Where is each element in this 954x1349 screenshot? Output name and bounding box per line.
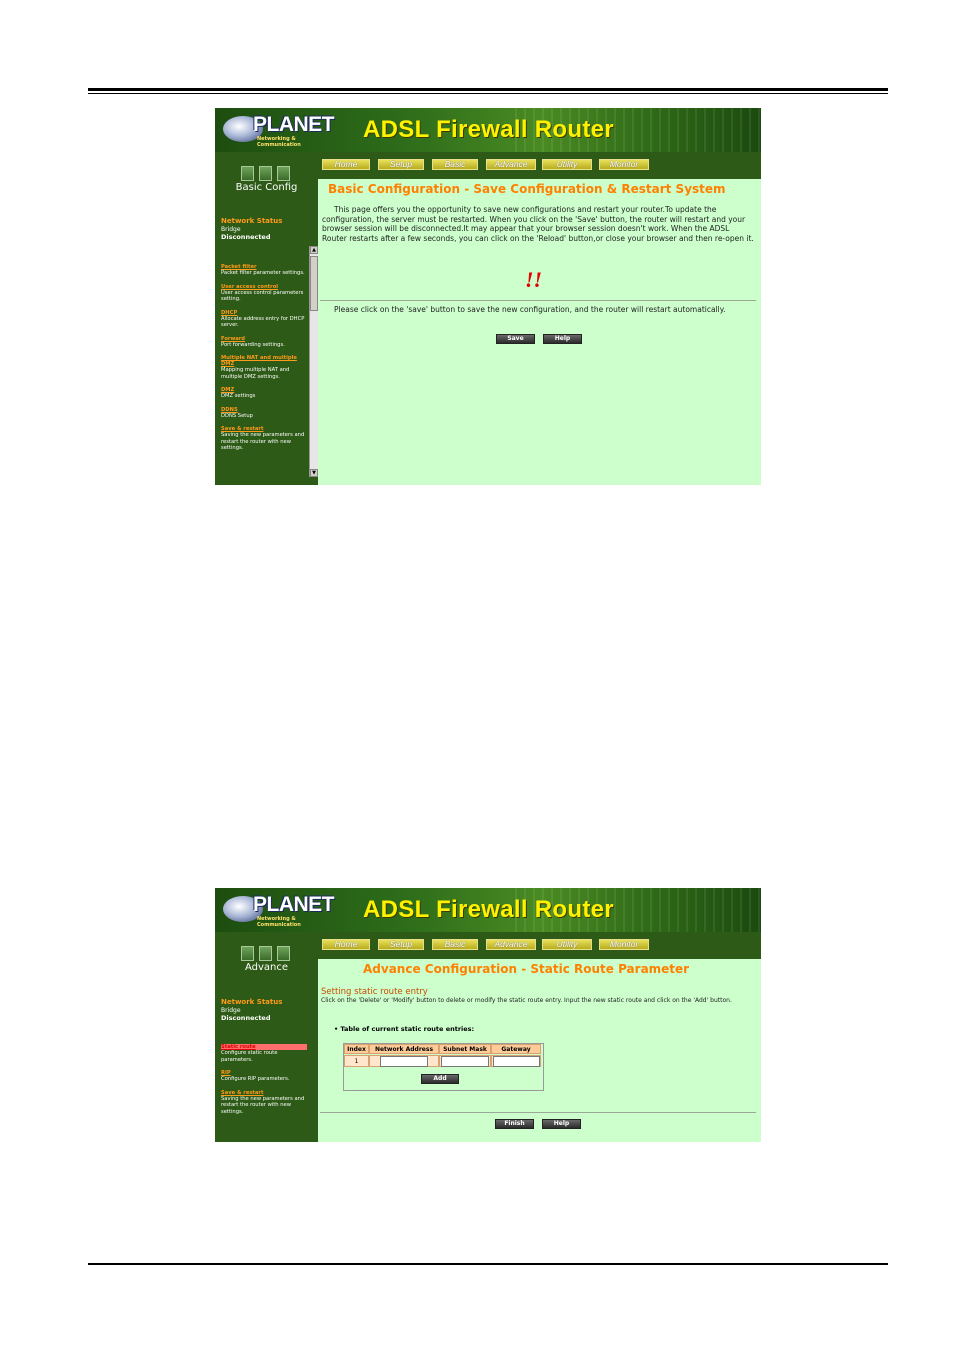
product-name: ADSL Firewall Router: [363, 896, 614, 923]
sidebar-item-static-route: Static route Configure static route para…: [221, 1044, 307, 1063]
screenshot-static-route: PLANET Networking & Communication ADSL F…: [215, 888, 761, 1142]
intro-text: This page offers you the opportunity to …: [322, 205, 754, 243]
section-title: Advance: [244, 962, 289, 973]
sidebar-desc: Packet filter parameter settings.: [221, 270, 305, 276]
nav-home[interactable]: Home: [322, 159, 370, 170]
nav-advance[interactable]: Advance: [486, 159, 536, 170]
nav-basic[interactable]: Basic: [432, 939, 478, 950]
network-address-input[interactable]: [380, 1055, 428, 1067]
connection-state: Disconnected: [221, 233, 271, 241]
sidebar-desc: Saving the new parameters and restart th…: [221, 432, 305, 451]
gateway-input[interactable]: [493, 1055, 540, 1067]
table-caption-text: Table of current static route entries:: [340, 1025, 475, 1033]
sidebar-item-multiple-nat: Multiple NAT and multiple DMZ Mapping mu…: [221, 355, 307, 380]
nav-basic[interactable]: Basic: [432, 159, 478, 170]
add-button[interactable]: Add: [421, 1074, 459, 1084]
intro-text: Click on the 'Delete' or 'Modify' button…: [321, 997, 732, 1004]
sidebar-link[interactable]: Multiple NAT and multiple DMZ: [221, 355, 307, 367]
sidebar-desc: Configure static route parameters.: [221, 1050, 278, 1063]
divider: [320, 1112, 756, 1113]
sidebar-desc: DDNS Setup: [221, 412, 253, 419]
sidebar-item-dmz: DMZ DMZ settings: [221, 387, 307, 400]
sidebar-item-forward: Forward Port forwarding settings.: [221, 336, 307, 349]
sidebar-item-ddns: DDNS DDNS Setup: [221, 407, 307, 420]
nav-setup[interactable]: Setup: [378, 159, 424, 170]
sidebar-item-save-restart: Save & restart Saving the new parameters…: [221, 426, 307, 452]
logo-tagline: Networking & Communication: [257, 136, 301, 148]
section-subtitle: Setting static route entry: [321, 987, 428, 997]
planet-logo: PLANET Networking & Communication: [223, 893, 337, 928]
sidebar-desc: Saving the new parameters and restart th…: [221, 1095, 305, 1115]
sidebar-desc: Allocate address entry for DHCP server.: [221, 315, 305, 329]
nav-utility[interactable]: Utility: [542, 939, 592, 950]
divider: [320, 300, 756, 301]
sidebar-menu: Static route Configure static route para…: [221, 1044, 307, 1122]
sidebar-desc: Configure RIP parameters.: [221, 1076, 290, 1082]
row-index: 1: [344, 1055, 369, 1067]
sidebar-item-rip: RIP Configure RIP parameters.: [221, 1070, 307, 1083]
sidebar-desc: Mapping multiple NAT and multiple DMZ se…: [221, 367, 290, 380]
connection-state: Disconnected: [221, 1014, 271, 1022]
sidebar: Basic Config Network Status Bridge Disco…: [215, 152, 318, 485]
section-title: Basic Config: [235, 182, 298, 193]
sidebar-menu: Packet filter Packet filter parameter se…: [221, 264, 307, 459]
sidebar-scrollbar[interactable]: ▲ ▼: [309, 246, 318, 477]
col-header-network-address: Network Address: [369, 1044, 439, 1054]
nav-advance[interactable]: Advance: [486, 939, 536, 950]
computers-icon: [241, 166, 295, 182]
col-header-subnet-mask: Subnet Mask: [439, 1044, 491, 1054]
sidebar-item-user-access: User access control User access control …: [221, 284, 307, 303]
finish-button[interactable]: Finish: [495, 1119, 534, 1129]
sidebar-desc: Port forwarding settings.: [221, 341, 285, 348]
header-rule: [88, 88, 888, 94]
nav-monitor[interactable]: Monitor: [599, 939, 649, 950]
product-name: ADSL Firewall Router: [363, 116, 614, 143]
banner: PLANET Networking & Communication ADSL F…: [215, 108, 761, 152]
logo-text: PLANET: [253, 893, 335, 916]
help-button[interactable]: Help: [543, 334, 582, 344]
sidebar: Advance Network Status Bridge Disconnect…: [215, 932, 318, 1142]
bullet-icon: •: [334, 1025, 339, 1033]
scroll-up-icon[interactable]: ▲: [310, 246, 318, 254]
help-button[interactable]: Help: [542, 1119, 581, 1129]
sidebar-item-dhcp: DHCP Allocate address entry for DHCP ser…: [221, 310, 307, 329]
nav-setup[interactable]: Setup: [378, 939, 424, 950]
table-caption: • Table of current static route entries:: [334, 1025, 474, 1033]
page-title: Basic Configuration - Save Configuration…: [328, 182, 726, 196]
scroll-down-icon[interactable]: ▼: [310, 469, 318, 477]
instruction-text: Please click on the 'save' button to sav…: [334, 305, 726, 314]
footer-rule: [88, 1263, 888, 1265]
col-header-index: Index: [344, 1044, 369, 1054]
planet-logo: PLANET Networking & Communication: [223, 113, 337, 148]
nav-monitor[interactable]: Monitor: [599, 159, 649, 170]
network-mode: Bridge: [221, 226, 241, 233]
scroll-thumb[interactable]: [310, 256, 318, 311]
computers-icon: [241, 946, 295, 962]
sidebar-desc: DMZ settings: [221, 393, 256, 399]
page-title: Advance Configuration - Static Route Par…: [363, 962, 690, 976]
network-mode: Bridge: [221, 1007, 241, 1014]
subnet-mask-input[interactable]: [441, 1055, 489, 1067]
network-status-heading: Network Status: [221, 217, 283, 225]
sidebar-item-save-restart: Save & restart Saving the new parameters…: [221, 1090, 307, 1116]
sidebar-desc: User access control parameters setting.: [221, 289, 304, 303]
nav-home[interactable]: Home: [322, 939, 370, 950]
warning-icon: !!: [525, 267, 543, 292]
network-status-heading: Network Status: [221, 998, 283, 1006]
col-header-gateway: Gateway: [491, 1044, 541, 1054]
nav-utility[interactable]: Utility: [542, 159, 592, 170]
sidebar-item-packet-filter: Packet filter Packet filter parameter se…: [221, 264, 307, 277]
logo-text: PLANET: [253, 113, 335, 136]
top-nav: Home Setup Basic Advance Utility Monitor: [318, 152, 761, 179]
banner: PLANET Networking & Communication ADSL F…: [215, 888, 761, 932]
top-nav: Home Setup Basic Advance Utility Monitor: [318, 932, 761, 959]
save-button[interactable]: Save: [496, 334, 535, 344]
logo-tagline: Networking & Communication: [257, 916, 301, 928]
screenshot-save-restart: PLANET Networking & Communication ADSL F…: [215, 108, 761, 485]
